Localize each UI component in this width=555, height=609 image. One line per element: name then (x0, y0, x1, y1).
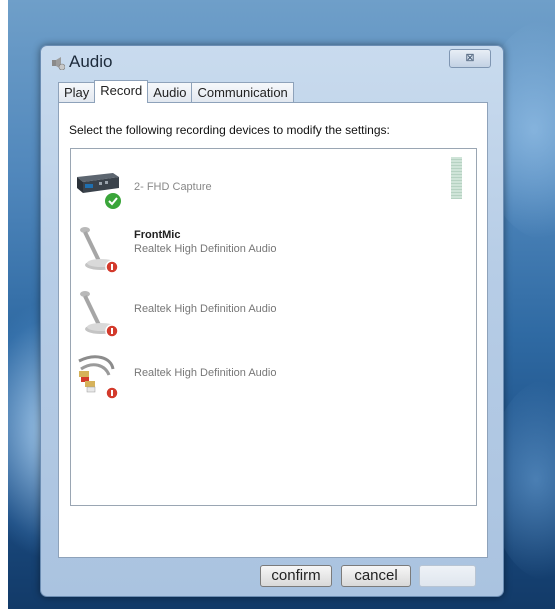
cancel-button[interactable]: cancel (341, 565, 411, 587)
microphone-icon (80, 227, 119, 274)
record-tab-panel: Select the following recording devices t… (58, 102, 488, 558)
scrollbar[interactable] (451, 157, 462, 199)
close-button[interactable]: ⊠ (449, 49, 491, 68)
title-bar[interactable]: Audio ⊠ (41, 46, 503, 78)
device-item-fhd-capture[interactable]: 2- FHD Capture (71, 163, 411, 223)
tab-play[interactable]: Play (58, 82, 96, 103)
speaker-icon (52, 57, 65, 70)
capture-card-icon (77, 173, 121, 209)
window-title: Audio (69, 52, 113, 71)
device-list[interactable]: 2- FHD Capture FrontMic Realtek High Def… (70, 148, 477, 506)
device-item-frontmic[interactable]: FrontMic Realtek High Definition Audio (71, 221, 411, 281)
tab-strip: Play Record Audio Communication (58, 80, 294, 103)
tab-record[interactable]: Record (94, 80, 149, 103)
close-icon: ⊠ (465, 52, 475, 64)
audio-dialog: Audio ⊠ Play Record Audio Communication … (40, 45, 504, 597)
microphone-icon (80, 291, 119, 338)
device-description: Realtek High Definition Audio (134, 243, 277, 255)
tab-audio[interactable]: Audio (147, 82, 193, 103)
confirm-button[interactable]: confirm (260, 565, 332, 587)
tab-communication[interactable]: Communication (191, 82, 294, 103)
device-description: Realtek High Definition Audio (134, 303, 277, 315)
device-item-microphone[interactable]: Realtek High Definition Audio (71, 285, 411, 345)
device-description: Realtek High Definition Audio (134, 367, 277, 379)
rca-cable-icon (78, 355, 119, 400)
device-item-line-in[interactable]: Realtek High Definition Audio (71, 347, 411, 407)
instruction-text: Select the following recording devices t… (69, 123, 390, 137)
device-description: 2- FHD Capture (134, 181, 212, 193)
apply-button[interactable] (419, 565, 476, 587)
device-name: FrontMic (134, 229, 181, 241)
